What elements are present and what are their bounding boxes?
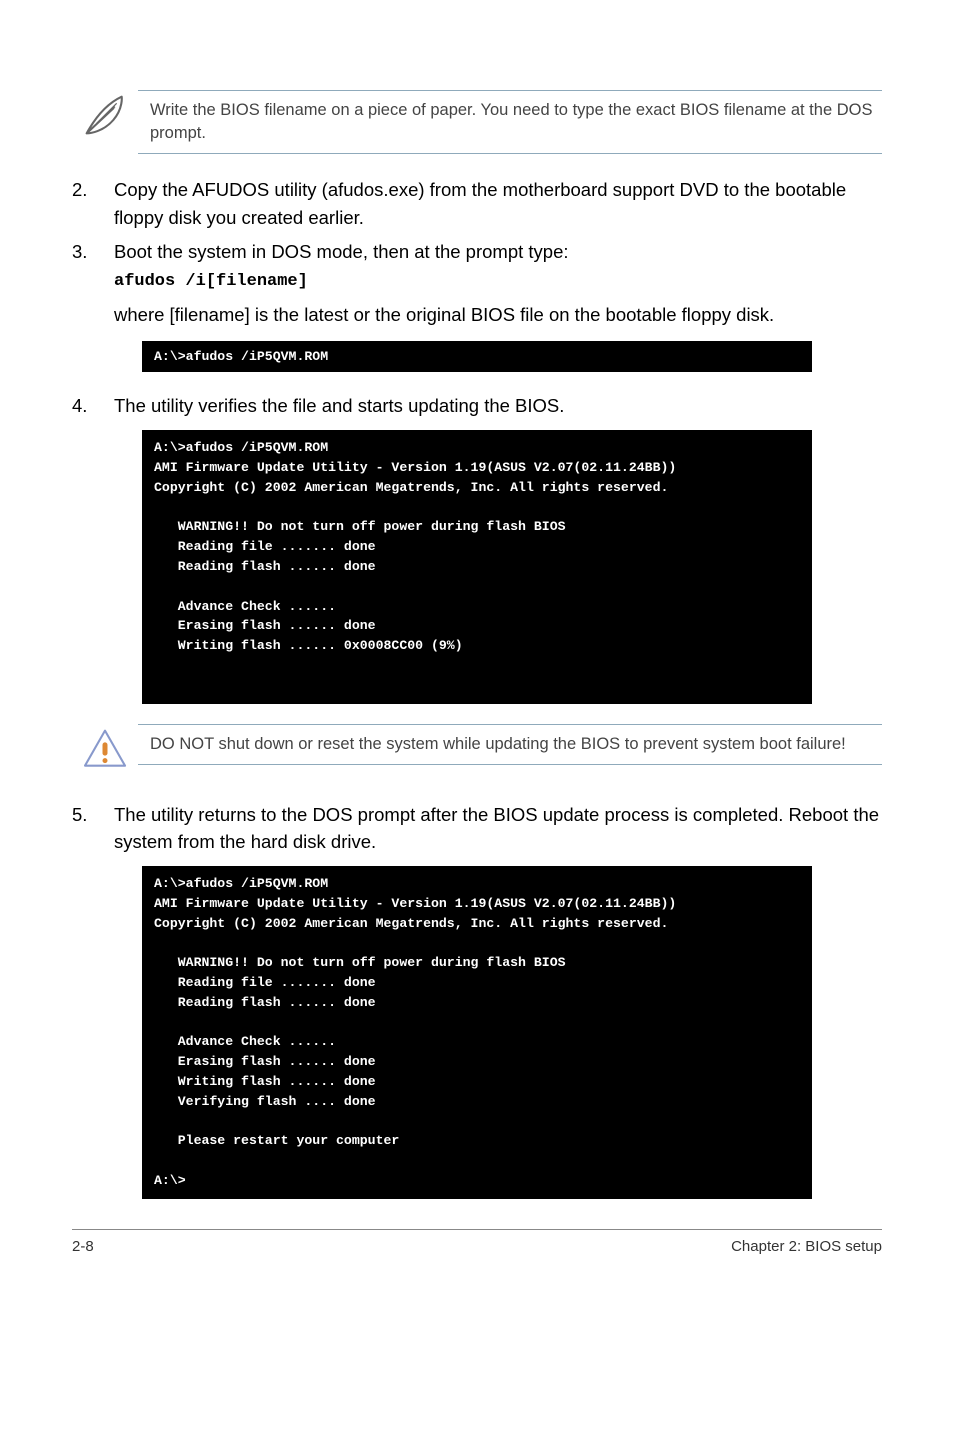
feather-icon <box>80 90 130 145</box>
step-number: 2. <box>72 176 114 232</box>
step-number: 4. <box>72 392 114 420</box>
step-5: 5. The utility returns to the DOS prompt… <box>72 801 882 857</box>
step-2: 2. Copy the AFUDOS utility (afudos.exe) … <box>72 176 882 232</box>
step-number: 3. <box>72 238 114 295</box>
where-paragraph: where [filename] is the latest or the or… <box>114 301 882 329</box>
step-4: 4. The utility verifies the file and sta… <box>72 392 882 420</box>
terminal-output-1: A:\>afudos /iP5QVM.ROM <box>142 341 812 373</box>
warning-text: DO NOT shut down or reset the system whi… <box>138 724 882 765</box>
step-text: Copy the AFUDOS utility (afudos.exe) fro… <box>114 176 882 232</box>
command-text: afudos /i[filename] <box>114 269 882 295</box>
note-block: Write the BIOS filename on a piece of pa… <box>72 90 882 154</box>
step-text: The utility verifies the file and starts… <box>114 392 882 420</box>
page-footer: 2-8 Chapter 2: BIOS setup <box>72 1229 882 1255</box>
step-text: The utility returns to the DOS prompt af… <box>114 801 882 857</box>
step-number: 5. <box>72 801 114 857</box>
terminal-output-3: A:\>afudos /iP5QVM.ROM AMI Firmware Upda… <box>142 866 812 1199</box>
caution-icon <box>80 724 130 779</box>
terminal-output-2: A:\>afudos /iP5QVM.ROM AMI Firmware Upda… <box>142 430 812 703</box>
page-number: 2-8 <box>72 1238 94 1255</box>
step-3: 3. Boot the system in DOS mode, then at … <box>72 238 882 295</box>
note-text: Write the BIOS filename on a piece of pa… <box>138 90 882 154</box>
step-text: Boot the system in DOS mode, then at the… <box>114 241 569 262</box>
chapter-title: Chapter 2: BIOS setup <box>731 1238 882 1255</box>
warning-block: DO NOT shut down or reset the system whi… <box>72 724 882 779</box>
